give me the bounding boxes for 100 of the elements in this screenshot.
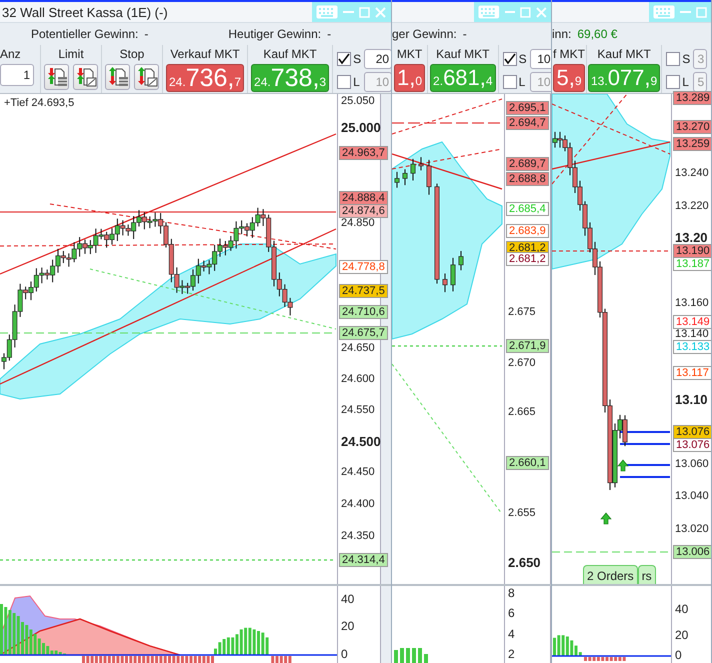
price-tag: 2.671,9	[506, 339, 549, 353]
price-tag: 13.149	[673, 315, 711, 329]
stop-order-button[interactable]	[134, 64, 159, 90]
price-tag: 2.694,7	[506, 116, 549, 130]
axis-label: 2.675	[507, 306, 537, 320]
axis-label: 8	[507, 587, 516, 601]
axis-label: 2.650	[507, 556, 542, 570]
axis-label: 13.160	[674, 297, 710, 311]
axis-label: 2	[507, 648, 516, 662]
info-value: -	[462, 27, 467, 41]
axis-label: 6	[507, 607, 516, 621]
orders-tab[interactable]: rs	[638, 565, 656, 584]
price-tag: 2.688,8	[506, 172, 549, 186]
checkbox-label: L	[518, 75, 526, 89]
price-tag: 24.963,7	[339, 146, 388, 160]
axis-label: 13.060	[674, 458, 710, 472]
price-tag: 13.289	[673, 91, 711, 105]
number-field[interactable]: 20	[364, 49, 391, 69]
order-line	[620, 431, 670, 433]
price-tag: 13.270	[673, 120, 711, 134]
info-label: Heutiger Gewinn:	[228, 27, 322, 41]
price-tag: 2.683,9	[506, 224, 549, 238]
histogram-bar	[412, 648, 416, 663]
info-label: inn:	[552, 27, 572, 41]
axis-label: 2.670	[507, 357, 537, 371]
axis-label: 24.450	[340, 466, 376, 480]
limit-order-button[interactable]	[44, 64, 69, 90]
price-label: Kauf MKT	[436, 47, 490, 62]
group-label: Limit	[58, 47, 84, 62]
candlestick	[402, 168, 408, 186]
price-label: Kauf MKT	[263, 47, 317, 62]
price-tag: 13.117	[673, 366, 711, 380]
axis-label: 24.400	[340, 498, 376, 512]
axis-label: 13.20	[674, 231, 709, 245]
up-arrow-icon	[600, 512, 612, 524]
price-tag: 24.874,6	[339, 204, 388, 218]
axis-label: 25.050	[340, 95, 376, 109]
stop-order-button[interactable]	[105, 64, 130, 90]
limit-order-button[interactable]	[73, 64, 98, 90]
price-tag: 24.710,6	[339, 305, 388, 319]
checkbox-label: L	[682, 75, 690, 89]
maximize-icon[interactable]	[520, 6, 532, 18]
price-label: f MKT	[553, 47, 585, 62]
minimize-icon[interactable]	[504, 10, 516, 14]
axis-label: 20	[674, 629, 690, 643]
axis-label: 24.350	[340, 530, 376, 544]
keyboard-icon[interactable]	[478, 5, 500, 19]
order-line	[620, 443, 670, 445]
checkbox[interactable]	[502, 52, 517, 66]
axis-label: 40	[674, 603, 690, 617]
info-value: -	[144, 27, 148, 41]
price-label: MKT	[396, 47, 422, 62]
number-field[interactable]: 10	[530, 49, 551, 69]
axis-label: 24.500	[340, 435, 382, 449]
axis-label: 20	[340, 620, 356, 634]
price-label: Kauf MKT	[597, 47, 651, 62]
price-tag: 2.685,4	[506, 202, 549, 216]
close-icon[interactable]	[536, 6, 547, 18]
group-label: Stop	[120, 47, 144, 62]
order-line	[620, 476, 670, 478]
price-tag: 13.259	[673, 137, 711, 151]
price-tag: 13.076	[673, 438, 711, 452]
close-icon[interactable]	[375, 6, 386, 18]
price-tag: 13.006	[673, 545, 711, 559]
axis-label: 4	[507, 628, 516, 642]
minimize-icon[interactable]	[343, 10, 354, 14]
price-tag: 24.778,8	[339, 260, 388, 274]
axis-label: 13.040	[674, 490, 710, 504]
checkbox-label: S	[518, 52, 528, 66]
axis-label: 13.140	[674, 328, 710, 342]
price-tag: 2.681,2	[506, 252, 549, 266]
checkbox-label: S	[353, 52, 362, 66]
price-tag: 2.660,1	[506, 456, 549, 470]
maximize-icon[interactable]	[696, 6, 707, 18]
axis-label: 0	[340, 648, 349, 662]
price-tag: 13.076	[673, 425, 711, 439]
up-arrow-icon	[617, 460, 629, 472]
axis-label: 24.600	[340, 373, 376, 387]
keyboard-icon[interactable]	[316, 5, 338, 19]
minimize-icon[interactable]	[680, 10, 691, 14]
price-tag: 2.689,7	[506, 157, 549, 171]
axis-label: 24.550	[340, 404, 376, 418]
candlestick	[450, 257, 456, 292]
price-tag: 24.314,4	[339, 553, 388, 567]
info-label: Potentieller Gewinn:	[31, 27, 138, 41]
candlestick	[410, 158, 416, 182]
quantity-field[interactable]: 1	[0, 64, 34, 86]
axis-label: 13.10	[674, 393, 709, 407]
maximize-icon[interactable]	[359, 6, 370, 18]
info-label: ger Gewinn:	[392, 27, 457, 41]
price-tag: 24.888,4	[339, 191, 388, 205]
checkbox[interactable]	[337, 52, 352, 66]
candlestick	[426, 159, 432, 196]
keyboard-icon[interactable]	[653, 5, 675, 19]
histogram-bar	[400, 648, 404, 663]
info-value: 69,60 €	[577, 27, 618, 41]
candlestick	[394, 171, 400, 188]
candlestick	[442, 272, 448, 293]
axis-label: 2.665	[507, 406, 537, 420]
orders-tab[interactable]: 2 Orders	[583, 565, 638, 584]
